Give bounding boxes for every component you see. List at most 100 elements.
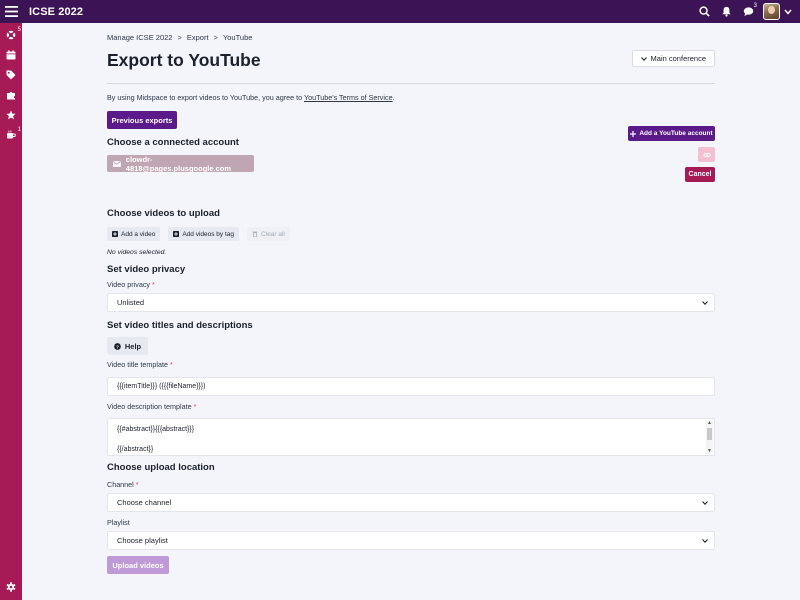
plus-square-icon [173, 231, 180, 237]
notifications-button[interactable] [715, 0, 737, 23]
user-menu-toggle[interactable] [782, 0, 794, 23]
required-marker: * [152, 280, 155, 289]
connected-account-chip[interactable]: clowdr-4818@pages.plusgoogle.com [107, 154, 254, 173]
description-line: {{#abstract}}{{{abstract}}} [117, 426, 195, 433]
description-line: {{/abstract}} [117, 446, 154, 453]
main-conference-dropdown[interactable]: Main conference [631, 50, 715, 67]
channel-label-text: Channel [107, 480, 134, 489]
sidebar-item-schedule[interactable] [0, 45, 22, 65]
sidebar-item-integrations[interactable] [0, 85, 22, 105]
top-bar: ICSE 2022 3 [0, 0, 800, 23]
calendar-icon [6, 50, 16, 60]
social-count-badge: 1 [17, 127, 21, 133]
sidebar-item-starred[interactable] [0, 105, 22, 125]
sidebar-item-settings[interactable] [0, 577, 22, 597]
channel-label: Channel * [107, 480, 715, 489]
bell-icon [721, 6, 731, 17]
main-conference-label: Main conference [650, 54, 706, 63]
add-videos-by-tag-label: Add videos by tag [182, 230, 235, 238]
sidebar-item-tags[interactable] [0, 65, 22, 85]
add-video-button[interactable]: Add a video [107, 227, 161, 241]
video-title-template-input[interactable]: {{{itemTitle}}} ({{{fileName}}}) [107, 377, 715, 396]
video-privacy-label-text: Video privacy [107, 280, 151, 289]
breadcrumb-export[interactable]: Export [187, 33, 209, 42]
terms-of-service-link[interactable]: YouTube's Terms of Service [304, 93, 393, 102]
clear-all-label: Clear all [261, 230, 285, 238]
sidebar-item-help[interactable]: 5 [0, 25, 22, 45]
gear-icon [6, 582, 16, 592]
question-circle-icon: ? [114, 342, 121, 350]
sidebar: 5 1 [0, 23, 22, 600]
required-marker: * [193, 402, 197, 411]
video-title-template-label-text: Video title template [107, 360, 168, 369]
chat-button[interactable]: 3 [737, 0, 759, 23]
chevron-down-icon [640, 56, 647, 61]
connected-account-email: clowdr-4818@pages.plusgoogle.com [125, 154, 232, 173]
sidebar-item-social[interactable]: 1 [0, 125, 22, 145]
unlink-icon [702, 152, 711, 157]
page-title: Export to YouTube [107, 50, 261, 70]
upload-videos-button[interactable]: Upload videos [107, 556, 169, 574]
plus-icon [630, 130, 637, 137]
video-description-template-label-text: Video description template [107, 402, 192, 411]
terms-notice: By using Midspace to export videos to Yo… [107, 93, 715, 103]
add-video-label: Add a video [121, 230, 156, 238]
add-videos-by-tag-button[interactable]: Add videos by tag [168, 227, 240, 241]
required-marker: * [170, 360, 173, 369]
video-privacy-select[interactable]: Unlisted [107, 293, 715, 312]
chevron-down-icon [702, 539, 708, 543]
video-privacy-value: Unlisted [117, 298, 145, 307]
previous-exports-button[interactable]: Previous exports [107, 111, 177, 129]
chat-bubble-icon [743, 7, 753, 17]
svg-text:?: ? [116, 344, 119, 350]
terms-suffix: . [392, 93, 395, 102]
puzzle-icon [7, 91, 15, 100]
video-title-template-label: Video title template * [107, 360, 715, 369]
star-icon [6, 110, 16, 120]
section-title-location: Choose upload location [107, 462, 215, 473]
help-label: Help [124, 341, 142, 351]
unlink-account-button[interactable] [698, 147, 715, 162]
help-button[interactable]: ? Help [107, 337, 148, 355]
cancel-button[interactable]: Cancel [685, 167, 715, 182]
terms-prefix: By using Midspace to export videos to Yo… [107, 93, 304, 102]
playlist-select[interactable]: Choose playlist [107, 531, 715, 550]
playlist-label: Playlist [107, 518, 130, 527]
no-videos-message: No videos selected. [107, 249, 167, 256]
scroll-thumb[interactable] [707, 428, 712, 440]
menu-toggle-button[interactable] [0, 0, 22, 23]
playlist-value: Choose playlist [117, 536, 168, 545]
app-title[interactable]: ICSE 2022 [29, 6, 83, 18]
scroll-up-arrow[interactable]: ▲ [706, 420, 713, 426]
textarea-scrollbar[interactable]: ▲ ▼ [706, 420, 713, 454]
channel-select[interactable]: Choose channel [107, 493, 715, 512]
required-marker: * [135, 480, 139, 489]
help-count-badge: 5 [17, 27, 21, 33]
user-avatar[interactable] [763, 3, 780, 20]
tags-icon [6, 70, 16, 80]
chat-count-badge: 3 [753, 3, 757, 9]
video-description-template-textarea[interactable]: {{#abstract}}{{{abstract}}} {{/abstract}… [107, 418, 715, 456]
trash-icon [252, 231, 258, 237]
clear-all-button[interactable]: Clear all [247, 227, 290, 241]
breadcrumb-manage[interactable]: Manage ICSE 2022 [107, 33, 172, 42]
video-privacy-label: Video privacy * [107, 280, 715, 289]
scroll-down-arrow[interactable]: ▼ [706, 448, 713, 454]
add-youtube-account-button[interactable]: Add a YouTube account [628, 126, 715, 141]
add-youtube-account-label: Add a YouTube account [639, 130, 713, 137]
section-title-titles: Set video titles and descriptions [107, 320, 253, 331]
channel-value: Choose channel [117, 498, 172, 507]
breadcrumb-youtube: YouTube [222, 33, 253, 42]
breadcrumb-separator: > [177, 33, 182, 42]
coffee-icon [7, 130, 16, 139]
search-button[interactable] [693, 0, 715, 23]
video-actions: Add a video Add videos by tag Clear all [107, 227, 715, 241]
chevron-down-icon [702, 301, 708, 305]
divider [107, 83, 715, 84]
section-title-videos: Choose videos to upload [107, 208, 220, 219]
breadcrumb: Manage ICSE 2022 > Export > YouTube [107, 33, 715, 42]
envelope-icon [113, 160, 121, 167]
hamburger-icon [4, 6, 18, 17]
breadcrumb-separator: > [213, 33, 218, 42]
top-bar-actions: 3 [693, 0, 794, 23]
